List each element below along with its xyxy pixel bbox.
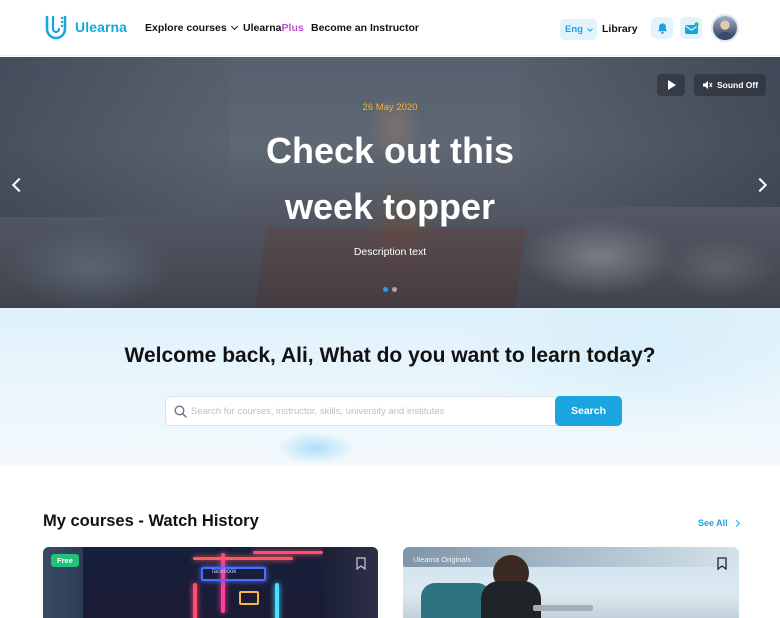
top-navbar: Ulearna Explore courses UlearnaPlus Beco… xyxy=(0,0,780,56)
play-icon xyxy=(668,80,676,90)
plus-link-prefix: Ulearna xyxy=(243,22,282,34)
bookmark-icon[interactable] xyxy=(356,557,366,570)
neon-red-post xyxy=(193,583,197,618)
my-courses-heading: My courses - Watch History xyxy=(43,512,259,530)
chevron-down-icon xyxy=(230,22,238,31)
library-link[interactable]: Library xyxy=(602,23,638,35)
hero-title: Check out this week topper xyxy=(265,130,515,227)
explore-courses-label: Explore courses xyxy=(145,22,227,34)
plus-link-suffix: Plus xyxy=(281,22,304,34)
notifications-button[interactable] xyxy=(651,17,673,39)
user-avatar[interactable] xyxy=(711,14,739,42)
neon-orange-frame xyxy=(239,591,259,605)
sound-toggle-button[interactable]: Sound Off xyxy=(694,74,766,96)
card-photo-right xyxy=(323,547,378,618)
search-button[interactable]: Search xyxy=(555,396,622,426)
search-input[interactable] xyxy=(191,397,551,425)
play-button[interactable] xyxy=(657,74,685,96)
ulearna-plus-link[interactable]: UlearnaPlus xyxy=(243,22,304,34)
neon-cyan-post xyxy=(275,583,279,618)
language-selector[interactable]: Eng xyxy=(560,19,597,40)
chevron-down-icon xyxy=(587,25,593,32)
neon-sign: facebook xyxy=(201,567,266,581)
hero-carousel: Sound Off 26 May 2020 Check out this wee… xyxy=(0,57,780,308)
see-all-label: See All xyxy=(698,518,728,528)
hero-description: Description text xyxy=(353,246,427,258)
welcome-section: Welcome back, Ali, What do you want to l… xyxy=(0,308,780,466)
explore-courses-menu[interactable]: Explore courses xyxy=(145,22,238,34)
bookmark-icon[interactable] xyxy=(717,557,727,570)
neon-sign-text: facebook xyxy=(212,569,237,575)
sound-off-icon xyxy=(702,81,713,89)
brand-logo[interactable]: Ulearna xyxy=(43,14,127,40)
free-badge: Free xyxy=(51,554,79,567)
card-photo-person-body xyxy=(481,581,541,618)
neon-red-bar xyxy=(193,557,293,560)
search-icon xyxy=(174,405,187,418)
hero-date: 26 May 2020 xyxy=(362,102,418,113)
ulearna-logo-icon xyxy=(45,15,67,40)
neon-red-top xyxy=(253,551,323,554)
brand-name: Ulearna xyxy=(75,19,128,35)
search-bar: Search xyxy=(165,396,622,426)
sound-toggle-label: Sound Off xyxy=(716,80,759,90)
carousel-dot-1[interactable] xyxy=(383,287,388,292)
carousel-dot-2[interactable] xyxy=(392,287,397,292)
welcome-heading: Welcome back, Ali, What do you want to l… xyxy=(124,344,656,367)
see-all-link[interactable]: See All xyxy=(698,518,740,528)
bell-icon xyxy=(657,22,667,34)
messages-button[interactable] xyxy=(680,17,702,39)
course-card[interactable]: facebook Free xyxy=(43,547,378,618)
card-photo-desk xyxy=(533,605,593,611)
mail-icon xyxy=(684,21,699,34)
course-card[interactable]: Ulearna Originals xyxy=(403,547,739,618)
neon-pink-bar xyxy=(221,553,225,613)
carousel-dots xyxy=(383,287,397,292)
card-label: Ulearna Originals xyxy=(413,555,471,564)
chevron-right-icon xyxy=(732,519,740,527)
language-label: Eng xyxy=(565,24,583,35)
become-instructor-link[interactable]: Become an Instructor xyxy=(311,22,419,34)
